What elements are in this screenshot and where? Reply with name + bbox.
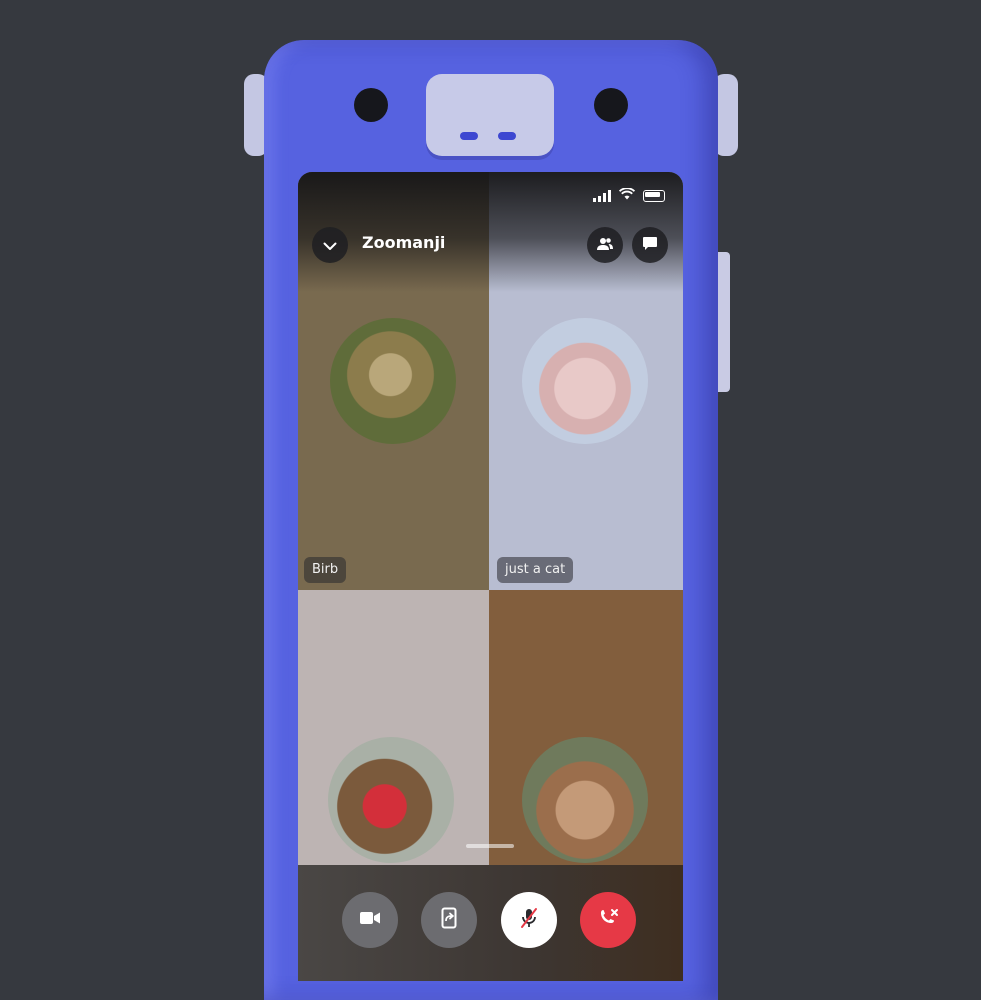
- phone-nose: [426, 74, 554, 156]
- video-toggle-button[interactable]: [342, 892, 398, 948]
- video-camera-icon: [359, 910, 381, 930]
- collapse-button[interactable]: [312, 227, 348, 263]
- call-header: Zoomanji: [312, 227, 669, 263]
- end-call-button[interactable]: [580, 892, 636, 948]
- chevron-down-icon: [323, 236, 337, 255]
- nostril-left: [460, 132, 478, 140]
- call-screen: Birb just a cat Zoomanji: [298, 172, 683, 981]
- drawer-handle[interactable]: [466, 844, 514, 848]
- participant-avatar: [522, 318, 648, 444]
- mute-button[interactable]: [501, 892, 557, 948]
- screen-share-icon: [441, 907, 457, 933]
- chat-icon: [642, 236, 658, 255]
- wifi-icon: [618, 187, 636, 203]
- phone-eye-left: [354, 88, 388, 122]
- phone-eye-right: [594, 88, 628, 122]
- battery-icon: [643, 189, 665, 202]
- participant-name-label: Birb: [304, 557, 347, 583]
- screen-share-button[interactable]: [421, 892, 477, 948]
- participant-avatar: [328, 737, 454, 863]
- people-icon: [596, 236, 614, 255]
- participant-avatar: [522, 737, 648, 863]
- signal-icon: [593, 189, 611, 202]
- participants-button[interactable]: [587, 227, 623, 263]
- nostril-right: [498, 132, 516, 140]
- chat-button[interactable]: [632, 227, 668, 263]
- phone-side-button: [718, 252, 730, 392]
- call-title: Zoomanji: [362, 233, 446, 252]
- participant-avatar: [330, 318, 456, 444]
- call-controls: [298, 865, 683, 981]
- participant-name-label: just a cat: [497, 557, 574, 583]
- status-bar: [593, 187, 665, 203]
- microphone-muted-icon: [519, 907, 539, 933]
- end-call-icon: [597, 908, 619, 932]
